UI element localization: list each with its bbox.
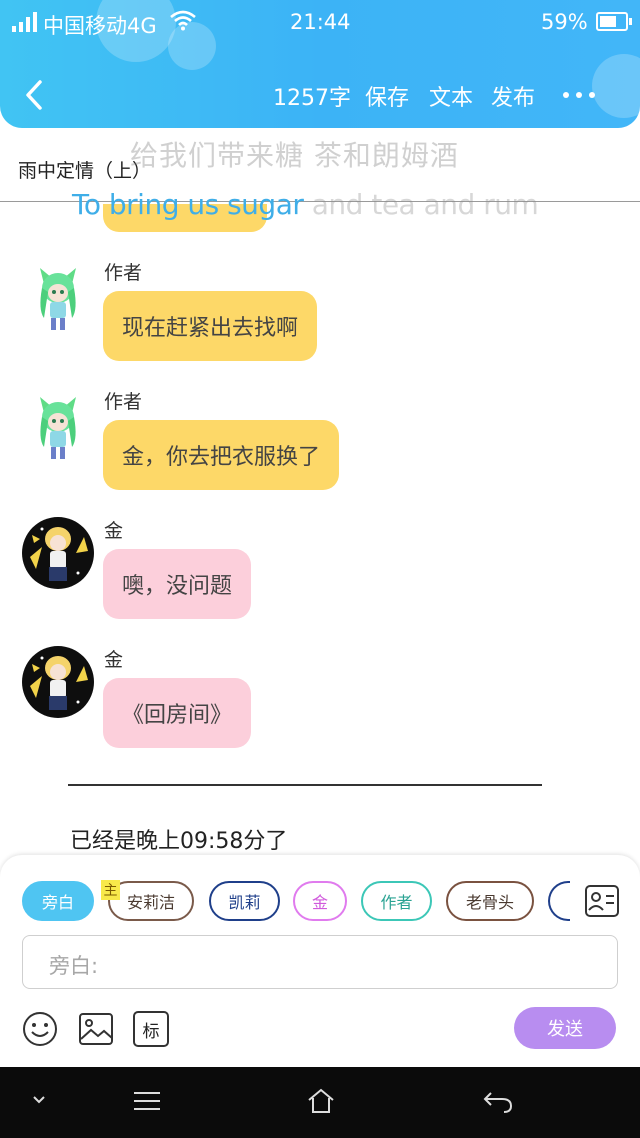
role-chip-narrator[interactable]: 旁白 (22, 881, 94, 921)
lyric-highlight: To bring us sugar (72, 188, 304, 221)
role-manager-icon[interactable] (584, 883, 620, 919)
speaker-name: 作者 (104, 262, 143, 284)
speaker-name: 金 (104, 649, 124, 671)
message-bubble[interactable]: 金，你去把衣服换了 (103, 420, 340, 490)
speaker-name: 金 (104, 520, 124, 542)
header-bar: 中国移动4G 21:44 59% 1257字 保存 文本 发布 (0, 0, 640, 128)
editor-screen: 中国移动4G 21:44 59% 1257字 保存 文本 发布 雨中定情（上） … (0, 0, 640, 1138)
speaker-name: 作者 (104, 391, 143, 413)
signal-icon (12, 12, 37, 32)
narration-text[interactable]: 已经是晚上09:58分了 (70, 823, 287, 855)
message-input[interactable]: 旁白: (22, 935, 618, 989)
decor-bubble (592, 54, 640, 118)
role-chip-laogutou[interactable]: 老骨头 (446, 881, 534, 921)
role-chip-jin[interactable]: 金 (293, 881, 347, 921)
jin-avatar-image (30, 656, 88, 710)
message-bubble[interactable]: 噢，没问题 (103, 549, 252, 619)
collapse-icon[interactable] (32, 1095, 46, 1105)
clock: 21:44 (290, 10, 351, 34)
text-button[interactable]: 文本 (429, 80, 473, 112)
role-chip-partial[interactable] (548, 881, 570, 921)
lyric-overlay-en: To bring us sugar and tea and rum (72, 188, 539, 221)
system-nav-bar (0, 1067, 640, 1138)
back-arrow-icon[interactable] (20, 78, 50, 112)
send-button[interactable]: 发送 (514, 1007, 616, 1049)
jin-avatar[interactable] (22, 646, 94, 718)
role-chip-kaili[interactable]: 凯莉 (209, 881, 280, 921)
lyric-overlay-cn: 给我们带来糖 茶和朗姆酒 (130, 139, 459, 172)
word-count: 1257字 (273, 86, 351, 111)
role-chip-author[interactable]: 作者 (361, 881, 432, 921)
emoji-icon[interactable] (22, 1011, 58, 1047)
publish-button[interactable]: 发布 (491, 80, 535, 112)
jin-avatar-image (30, 527, 88, 581)
more-menu-icon[interactable] (563, 92, 595, 98)
battery-icon (596, 12, 632, 31)
menu-icon[interactable] (132, 1089, 162, 1113)
back-nav-icon[interactable] (482, 1089, 514, 1115)
message-bubble[interactable]: 《回房间》 (103, 678, 252, 748)
scene-divider (68, 784, 542, 786)
author-avatar[interactable] (22, 391, 94, 463)
main-role-tag: 主 (101, 880, 120, 900)
save-button[interactable]: 保存 (365, 80, 409, 112)
carrier-label: 中国移动4G (43, 14, 157, 38)
composer-panel: 旁白 安莉洁 主 凯莉 金 作者 老骨头 旁白: 标 发送 (0, 855, 640, 1067)
jin-avatar[interactable] (22, 517, 94, 589)
message-bubble[interactable]: 现在赶紧出去找啊 (103, 291, 318, 361)
status-bar: 中国移动4G 21:44 59% (0, 0, 640, 46)
lyric-rest: and tea and rum (303, 188, 539, 221)
home-icon[interactable] (306, 1087, 336, 1115)
author-avatar[interactable] (22, 262, 94, 334)
tag-button[interactable]: 标 (133, 1011, 169, 1047)
battery-percent: 59% (541, 10, 588, 34)
image-icon[interactable] (78, 1011, 114, 1047)
wifi-icon (170, 10, 196, 31)
role-chip-anlijie[interactable]: 安莉洁 (108, 881, 194, 921)
